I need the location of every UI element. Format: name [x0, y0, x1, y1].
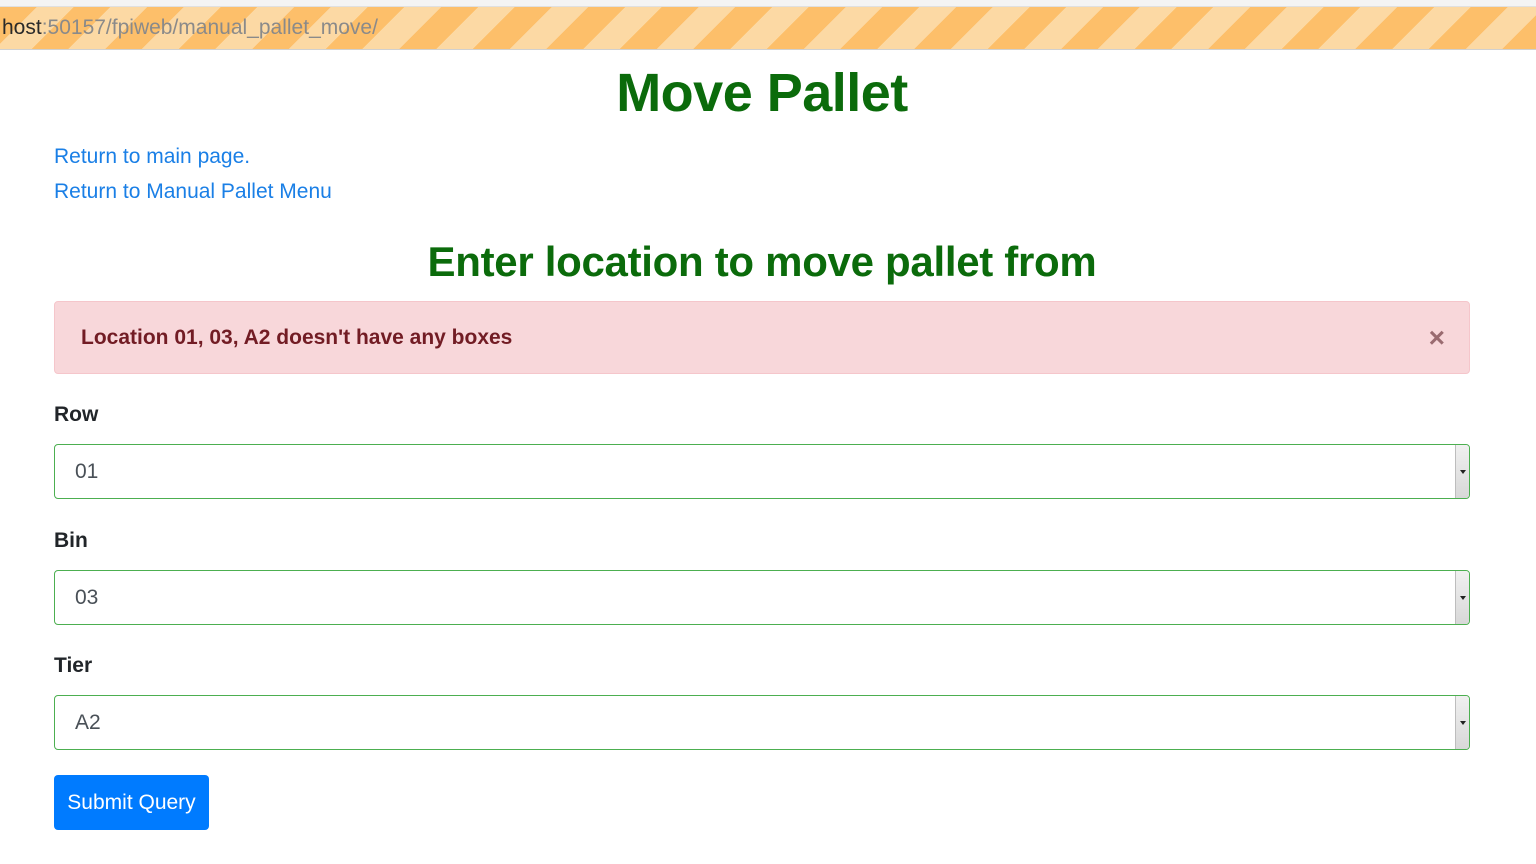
error-alert: Location 01, 03, A2 doesn't have any box…	[54, 301, 1470, 374]
address-path: :50157/fpiweb/manual_pallet_move/	[41, 16, 378, 39]
tier-dropdown-arrow-icon[interactable]	[1455, 696, 1469, 749]
bin-select[interactable]: 03	[54, 570, 1470, 625]
row-select-value: 01	[75, 459, 99, 483]
row-label: Row	[54, 403, 99, 426]
section-title: Enter location to move pallet from	[427, 238, 1097, 285]
return-main-link[interactable]: Return to main page.	[54, 145, 250, 169]
alert-message: Location 01, 03, A2 doesn't have any box…	[81, 325, 513, 349]
bin-dropdown-arrow-icon[interactable]	[1455, 571, 1469, 624]
row-select[interactable]: 01	[54, 444, 1470, 499]
tier-select[interactable]: A2	[54, 695, 1470, 750]
submit-query-button[interactable]: Submit Query	[54, 775, 209, 830]
row-dropdown-arrow-icon[interactable]	[1455, 445, 1469, 498]
address-host: host	[2, 16, 42, 39]
address-bar[interactable]: host:50157/fpiweb/manual_pallet_move/	[0, 6, 1536, 50]
page-title: Move Pallet	[616, 63, 908, 123]
bin-label: Bin	[54, 529, 88, 552]
return-pallet-menu-link[interactable]: Return to Manual Pallet Menu	[54, 180, 332, 204]
tier-select-value: A2	[75, 710, 101, 734]
close-icon[interactable]: ×	[1429, 324, 1445, 352]
bin-select-value: 03	[75, 585, 99, 609]
tier-label: Tier	[54, 654, 93, 677]
